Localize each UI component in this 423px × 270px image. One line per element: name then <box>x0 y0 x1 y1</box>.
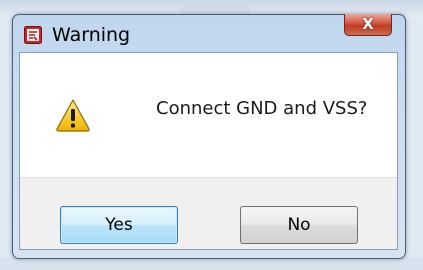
app-icon <box>24 26 42 44</box>
dialog-title: Warning <box>52 24 131 46</box>
dialog-body: Connect GND and VSS? Yes No <box>19 52 398 250</box>
dialog-message: Connect GND and VSS? <box>156 98 368 119</box>
close-button[interactable]: X <box>344 14 392 36</box>
yes-button[interactable]: Yes <box>60 206 178 244</box>
warning-icon <box>55 98 91 132</box>
button-bar: Yes No <box>20 177 397 249</box>
background-strip <box>0 258 423 270</box>
no-button[interactable]: No <box>240 206 358 244</box>
warning-dialog: Warning X Connect GND and VSS? Yes No <box>12 14 406 259</box>
close-icon: X <box>362 15 374 33</box>
title-bar[interactable]: Warning X <box>13 14 405 53</box>
